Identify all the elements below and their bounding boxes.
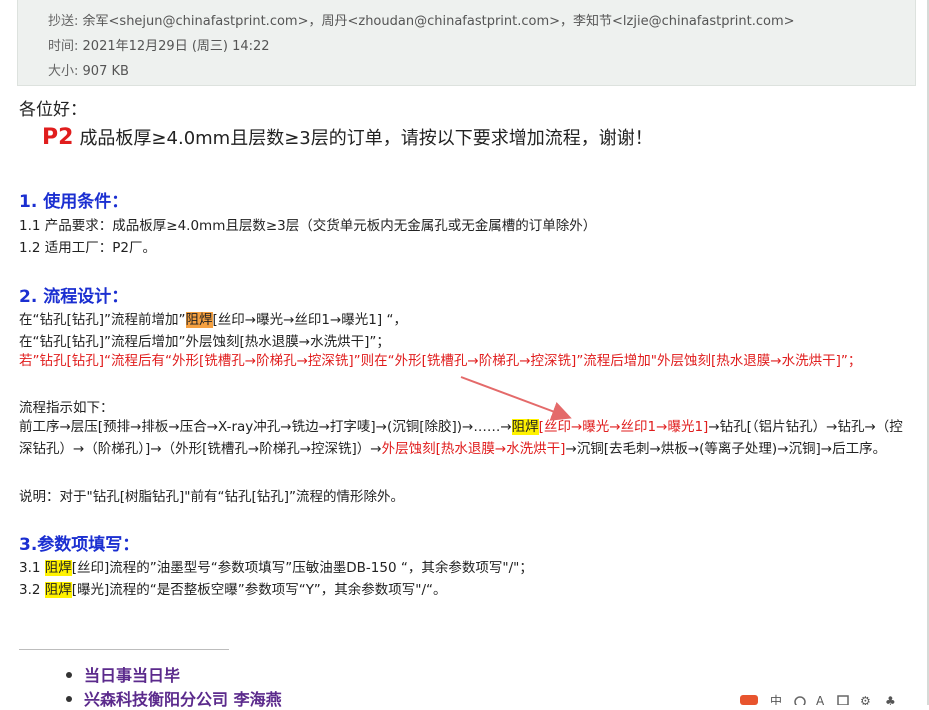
greeting: 各位好：: [19, 100, 87, 120]
flow-part-a: 前工序→层压[预排→排板→压合→X-ray冲孔→铣边→打字唛]→(沉铜[除胶])…: [19, 419, 512, 435]
signature-motto: 当日事当日毕: [66, 662, 180, 686]
cc-recipients[interactable]: 余军<shejun@chinafastprint.com>，周丹<zhoudan…: [83, 14, 795, 29]
p2-label: P2: [42, 125, 74, 150]
section2-line3: 若”钻孔[钻孔]“流程后有“外形[铣槽孔→阶梯孔→控深铣]”则在“外形[铣槽孔→…: [19, 353, 862, 369]
section2-line1: 在“钻孔[钻孔]”流程前增加”阻焊[丝印→曝光→丝印1→曝光1] “，: [19, 308, 407, 328]
section3-line1-text: [丝印]流程的”油墨型号“参数项填写”压敏油墨DB-150 “，其余参数项写"/…: [71, 560, 533, 576]
signature-divider: [19, 649, 229, 650]
time-value: 2021年12月29日 (周三) 14:22: [82, 39, 270, 54]
tray-glyph-1: 中: [770, 693, 782, 705]
section3-line1: 3.1 阻焊[丝印]流程的”油墨型号“参数项填写”压敏油墨DB-150 “，其余…: [19, 556, 533, 576]
section2-line1-b: [丝印→曝光→丝印1→曝光1] “，: [212, 312, 407, 328]
section1-line2: 1.2 适用工厂：P2厂。: [19, 240, 156, 256]
taskbar-tray: 中 A ⚙ ♣: [740, 693, 896, 705]
red-arrow-line: [460, 376, 572, 421]
intro-text: 成品板厚≥4.0mm且层数≥3层的订单，请按以下要求增加流程，谢谢！: [79, 128, 653, 149]
flow-red-2: 外层蚀刻[热水退膜→水洗烘干]: [381, 441, 566, 457]
tray-glyph-4: ♣: [885, 694, 896, 705]
cc-row: 抄送: 余军<shejun@chinafastprint.com>，周丹<zho…: [48, 10, 795, 29]
flow-highlight-solder-mask: 阻焊: [511, 419, 539, 435]
email-header-panel: 抄送: 余军<shejun@chinafastprint.com>，周丹<zho…: [17, 0, 916, 86]
section2-title: 2. 流程设计：: [19, 287, 129, 307]
section3-line2: 3.2 阻焊[曝光]流程的“是否整板空曝”参数项写“Y”，其余参数项写"/“。: [19, 578, 447, 598]
tray-square-icon: [837, 695, 849, 705]
flow-description: 前工序→层压[预排→排板→压合→X-ray冲孔→铣边→打字唛]→(沉铜[除胶])…: [19, 416, 914, 460]
section3-line2-highlight: 阻焊: [44, 582, 72, 598]
flow-part-c: →沉铜[去毛刺→烘板→(等离子处理)→沉铜]→后工序。: [565, 441, 887, 457]
signature-company: 兴森科技衡阳分公司 李海燕: [66, 686, 282, 710]
size-label: 大小:: [48, 64, 79, 79]
flow-red-1: [丝印→曝光→丝印1→曝光1]: [538, 419, 709, 435]
time-row: 时间: 2021年12月29日 (周三) 14:22: [48, 35, 270, 54]
section3-line2-text: [曝光]流程的“是否整板空曝”参数项写“Y”，其余参数项写"/“。: [71, 582, 447, 598]
highlight-solder-mask: 阻焊: [185, 312, 213, 328]
cc-label: 抄送:: [48, 14, 79, 29]
section2-line1-a: 在“钻孔[钻孔]”流程前增加”: [19, 312, 186, 328]
tray-glyph-3: ⚙: [860, 694, 871, 705]
tray-glyph-2: A: [816, 694, 825, 705]
section3-line2-num: 3.2: [19, 582, 45, 598]
size-row: 大小: 907 KB: [48, 60, 129, 79]
section2-note: 说明：对于"钻孔[树脂钻孔]"前有“钻孔[钻孔]”流程的情形除外。: [19, 489, 404, 505]
app-tray-icon: [740, 695, 758, 705]
section1-line1: 1.1 产品要求：成品板厚≥4.0mm且层数≥3层（交货单元板内无金属孔或无金属…: [19, 218, 597, 234]
section3-title: 3.参数项填写：: [19, 535, 140, 555]
intro-line: P2 成品板厚≥4.0mm且层数≥3层的订单，请按以下要求增加流程，谢谢！: [42, 124, 653, 150]
flow-label: 流程指示如下：: [19, 400, 114, 416]
section3-line1-highlight: 阻焊: [44, 560, 72, 576]
section3-line1-num: 3.1: [19, 560, 45, 576]
size-value: 907 KB: [82, 64, 129, 79]
tray-circle-icon: [794, 696, 806, 705]
time-label: 时间:: [48, 39, 79, 54]
section1-title: 1. 使用条件：: [19, 192, 129, 212]
section2-line2: 在“钻孔[钻孔]”流程后增加”外层蚀刻[热水退膜→水洗烘干]”；: [19, 334, 390, 350]
